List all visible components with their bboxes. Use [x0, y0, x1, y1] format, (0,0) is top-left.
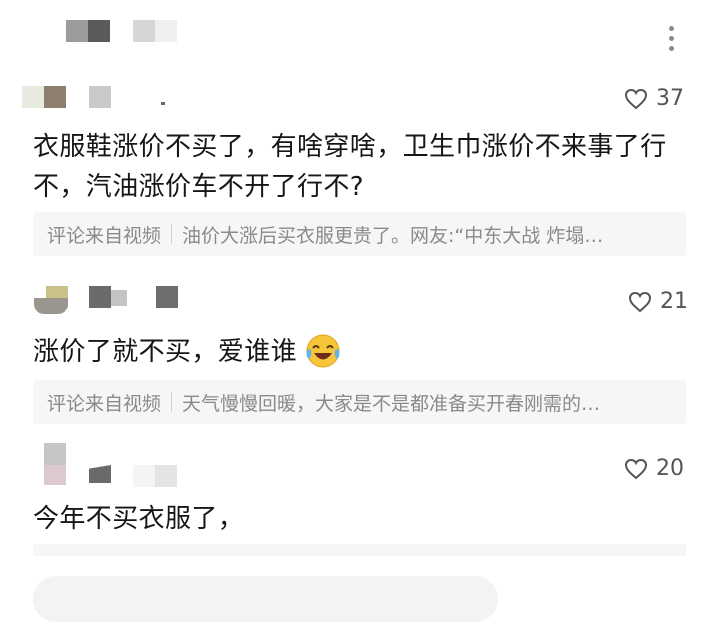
like-button[interactable]: 21 — [628, 289, 688, 314]
header-name-blur — [133, 20, 155, 42]
heart-outline-icon — [624, 458, 648, 479]
comment-text-line: 衣服鞋涨价不买了，有啥穿啥，卫生巾涨价不来事了行 — [33, 132, 667, 162]
reference-divider — [171, 392, 173, 412]
comment-text-line: 涨价了就不买，爱谁谁 — [33, 337, 298, 367]
comment-input[interactable] — [33, 576, 498, 622]
crying-laughing-emoji — [306, 334, 340, 368]
username-blur[interactable] — [89, 465, 111, 483]
username-blur[interactable] — [89, 86, 111, 108]
like-count: 21 — [660, 289, 688, 314]
like-button[interactable]: 20 — [624, 456, 684, 481]
username-blur[interactable] — [89, 286, 111, 308]
more-options-button[interactable] — [660, 22, 684, 56]
avatar[interactable] — [44, 443, 66, 465]
username-blur — [111, 290, 127, 306]
video-reference-link[interactable]: 评论来自视频 油价大涨后买衣服更贵了。网友:“中东大战 炸塌… — [33, 212, 686, 256]
avatar — [44, 86, 66, 108]
reference-title: 天气慢慢回暖，大家是不是都准备买开春刚需的… — [182, 392, 601, 415]
username-blur — [155, 465, 177, 487]
reference-source-label: 评论来自视频 — [47, 224, 162, 247]
heart-outline-icon — [624, 88, 648, 109]
avatar[interactable] — [22, 86, 44, 108]
more-vertical-icon — [660, 22, 684, 56]
username-blur — [133, 465, 155, 487]
like-count: 37 — [656, 86, 684, 111]
reference-title: 油价大涨后买衣服更贵了。网友:“中东大战 炸塌… — [182, 224, 604, 247]
reference-divider — [171, 224, 173, 244]
header-avatar-blur — [66, 20, 88, 42]
heart-outline-icon — [628, 291, 652, 312]
username-blur — [161, 102, 165, 105]
avatar — [34, 298, 68, 314]
comment-text-line: 今年不买衣服了， — [33, 504, 245, 534]
username-blur — [156, 286, 178, 308]
header-name-blur — [155, 20, 177, 42]
comment-text-line: 不，汽油涨价车不开了行不? — [33, 172, 365, 202]
like-count: 20 — [656, 456, 684, 481]
header-avatar-blur — [88, 20, 110, 42]
reference-source-label: 评论来自视频 — [47, 392, 162, 415]
avatar — [44, 465, 66, 485]
video-reference-link[interactable] — [33, 544, 686, 556]
like-button[interactable]: 37 — [624, 86, 684, 111]
video-reference-link[interactable]: 评论来自视频 天气慢慢回暖，大家是不是都准备买开春刚需的… — [33, 380, 686, 424]
